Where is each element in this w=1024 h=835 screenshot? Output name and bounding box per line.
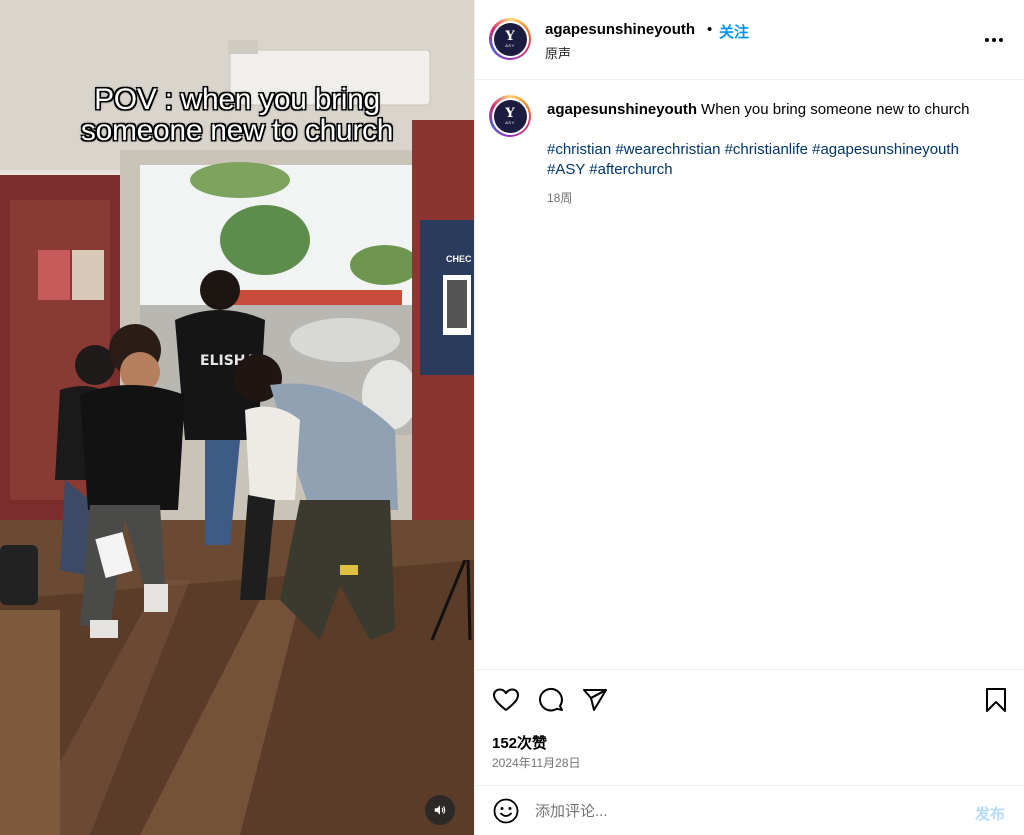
caption-time-ago: 18周 [547,191,573,205]
comment-bar: 发布 [475,785,1024,835]
bookmark-icon [986,688,1006,712]
hashtags-line-2[interactable]: #ASY #afterchurch [547,160,1007,180]
avatar-letter: Y [505,29,515,44]
video-player[interactable]: CHEC ELISHA POV: when you bring someone… [0,0,474,835]
action-bar: 152次赞 2024年11月28日 [475,669,1024,785]
post-panel: Y ASY agapesunshineyouth • 关注 原声 Y ASY a… [474,0,1024,835]
original-audio-link[interactable]: 原声 [545,43,571,62]
caption-username-link[interactable]: agapesunshineyouth [547,101,697,118]
more-options-button[interactable] [980,28,1008,52]
caption-body: When you bring someone new to church [701,101,970,118]
avatar[interactable]: Y ASY [489,18,531,60]
hashtags-line-1[interactable]: #christian #wearechristian #christianlif… [547,140,1007,160]
share-button[interactable] [581,686,609,714]
likes-count[interactable]: 152次赞 [492,732,547,753]
volume-icon [434,805,446,815]
avatar-subtext: ASY [505,120,515,125]
caption-text: agapesunshineyouth When you bring someone… [547,100,1007,120]
caption-avatar[interactable]: Y ASY [489,95,531,137]
avatar-letter: Y [505,106,515,121]
comment-icon [539,687,563,712]
emoji-button[interactable] [493,798,519,824]
save-button[interactable] [982,686,1010,714]
emoji-icon [493,798,519,824]
avatar-logo: Y ASY [493,22,527,56]
more-horizontal-icon [985,38,1003,42]
heart-icon [493,688,519,711]
send-icon [583,689,607,711]
post-comment-button[interactable]: 发布 [975,803,1005,824]
comment-input[interactable] [535,798,935,824]
avatar-subtext: ASY [505,43,515,48]
post-header: Y ASY agapesunshineyouth • 关注 原声 [475,0,1024,80]
video-overlay-caption: POV : when you bring someone new to chur… [0,84,474,146]
comment-button[interactable] [537,686,565,714]
hashtags: #christian #wearechristian #christianlif… [547,140,1007,180]
overlay-line-1: POV : when you bring [94,83,380,116]
follow-button[interactable]: 关注 [719,21,749,42]
post-date: 2024年11月28日 [492,756,581,770]
header-username-link[interactable]: agapesunshineyouth [545,21,695,38]
audio-toggle-button[interactable] [425,795,455,825]
avatar-logo: Y ASY [493,99,527,133]
header-separator: • [707,21,713,38]
like-button[interactable] [492,686,520,714]
qr-sign-text: CHEC [446,254,472,264]
overlay-line-2: someone new to church [80,114,394,147]
